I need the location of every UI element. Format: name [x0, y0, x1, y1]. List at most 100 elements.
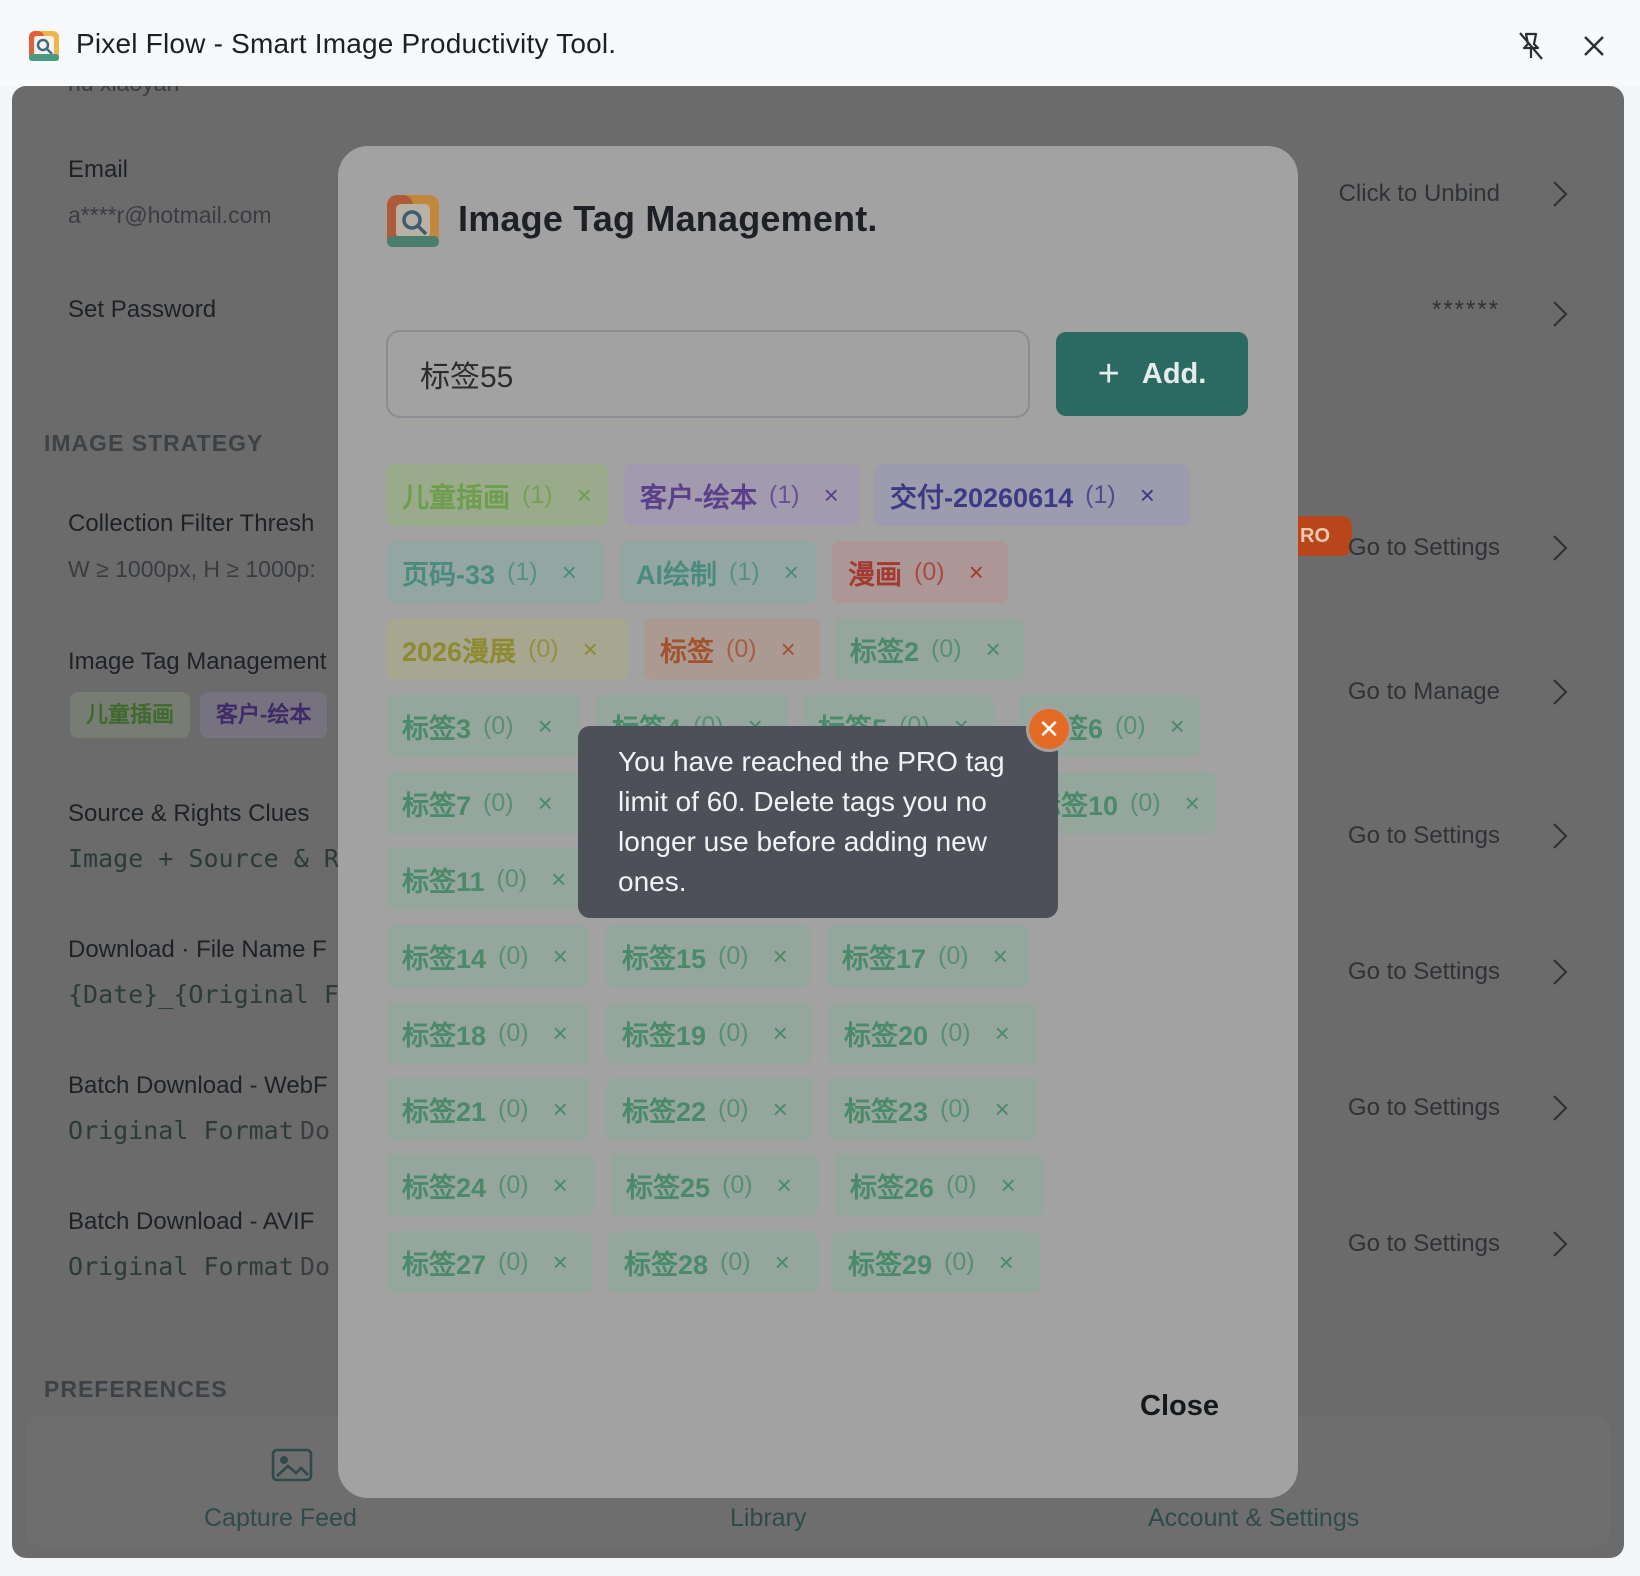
remove-tag-icon[interactable]: ×	[551, 864, 566, 895]
preferences-header: PREFERENCES	[44, 1376, 228, 1402]
unbind-link[interactable]: Click to Unbind	[1339, 180, 1500, 208]
tag-name: 标签22	[622, 1096, 707, 1127]
image-strategy-header: IMAGE STRATEGY	[44, 430, 264, 456]
tag-count: (0)	[938, 941, 969, 970]
tag-name: 标签29	[848, 1249, 933, 1280]
tag-chip: 标签19 (0) ×	[606, 1002, 812, 1064]
tag-chip: 标签28 (0) ×	[608, 1231, 818, 1293]
tag-name: 标签3	[402, 713, 472, 744]
chevron-right-icon[interactable]	[1550, 820, 1570, 852]
remove-tag-icon[interactable]: ×	[773, 941, 788, 972]
tab-library[interactable]: Library	[730, 1504, 806, 1533]
tag-chip: 标签2 (0) ×	[834, 618, 1024, 680]
remove-tag-icon[interactable]: ×	[553, 1018, 568, 1049]
app-title: Pixel Flow - Smart Image Productivity To…	[76, 28, 617, 59]
tag-count: (1)	[507, 557, 538, 586]
download-settings-link[interactable]: Go to Settings	[1348, 958, 1500, 986]
remove-tag-icon[interactable]: ×	[999, 1247, 1014, 1278]
chevron-right-icon[interactable]	[1550, 532, 1570, 564]
tag-chip: 页码-33 (1) ×	[386, 541, 604, 603]
remove-tag-icon[interactable]: ×	[553, 1247, 568, 1278]
chevron-right-icon[interactable]	[1550, 1228, 1570, 1260]
batch-webp-settings-link[interactable]: Go to Settings	[1348, 1094, 1500, 1122]
tag-count: (0)	[726, 634, 757, 663]
remove-tag-icon[interactable]: ×	[553, 941, 568, 972]
tag-chip: 标签21 (0) ×	[386, 1078, 590, 1140]
tag-count: (0)	[498, 1170, 529, 1199]
tag-name: 标签14	[402, 943, 487, 974]
remove-tag-icon[interactable]: ×	[1001, 1170, 1016, 1201]
tag-chip: 标签17 (0) ×	[826, 925, 1030, 987]
remove-tag-icon[interactable]: ×	[993, 941, 1008, 972]
chevron-right-icon[interactable]	[1550, 178, 1570, 210]
tag-count: (0)	[914, 557, 945, 586]
tooltip-close-icon[interactable]: ✕	[1026, 706, 1072, 752]
tag-count: (0)	[946, 1170, 977, 1199]
tag-name: 标签15	[622, 943, 707, 974]
remove-tag-icon[interactable]: ×	[969, 557, 984, 588]
tag-name: 标签	[660, 636, 714, 667]
tag-chip: 2026漫展 (0) ×	[386, 618, 628, 680]
tag-count: (1)	[1085, 480, 1116, 509]
batch-avif-settings-link[interactable]: Go to Settings	[1348, 1230, 1500, 1258]
tag-count: (0)	[498, 941, 529, 970]
remove-tag-icon[interactable]: ×	[773, 1094, 788, 1125]
remove-tag-icon[interactable]: ×	[995, 1094, 1010, 1125]
tag-limit-tooltip: You have reached the PRO tag limit of 60…	[578, 726, 1058, 918]
image-icon[interactable]	[270, 1444, 314, 1484]
chevron-right-icon[interactable]	[1550, 298, 1570, 330]
remove-tag-icon[interactable]: ×	[577, 480, 592, 511]
tab-account-settings[interactable]: Account & Settings	[1148, 1504, 1359, 1533]
remove-tag-icon[interactable]: ×	[553, 1170, 568, 1201]
remove-tag-icon[interactable]: ×	[986, 634, 1001, 665]
pin-off-icon[interactable]	[1516, 30, 1546, 62]
tag-name: 标签11	[402, 866, 485, 897]
remove-tag-icon[interactable]: ×	[553, 1094, 568, 1125]
tag-chip: 标签3 (0) ×	[386, 695, 580, 757]
tag-count: (0)	[718, 1094, 749, 1123]
remove-tag-icon[interactable]: ×	[583, 634, 598, 665]
tag-count: (0)	[498, 1247, 529, 1276]
remove-tag-icon[interactable]: ×	[1140, 480, 1155, 511]
close-button[interactable]: Close	[1140, 1390, 1219, 1423]
remove-tag-icon[interactable]: ×	[824, 480, 839, 511]
collection-filter-settings-link[interactable]: Go to Settings	[1348, 534, 1500, 562]
remove-tag-icon[interactable]: ×	[1170, 711, 1185, 742]
remove-tag-icon[interactable]: ×	[562, 557, 577, 588]
email-value: a****r@hotmail.com	[68, 202, 272, 228]
tag-manage-link[interactable]: Go to Manage	[1348, 678, 1500, 706]
source-rights-settings-link[interactable]: Go to Settings	[1348, 822, 1500, 850]
tag-chip: AI绘制 (1) ×	[620, 541, 816, 603]
batch-webp-value-suffix: Do	[300, 1116, 331, 1145]
collection-filter-value: W ≥ 1000px, H ≥ 1000p:	[68, 556, 316, 582]
remove-tag-icon[interactable]: ×	[777, 1170, 792, 1201]
remove-tag-icon[interactable]: ×	[995, 1018, 1010, 1049]
tag-chip: 客户-绘本 (1) ×	[624, 464, 860, 526]
remove-tag-icon[interactable]: ×	[538, 711, 553, 742]
close-icon[interactable]	[1580, 32, 1608, 60]
chevron-right-icon[interactable]	[1550, 956, 1570, 988]
remove-tag-icon[interactable]: ×	[784, 557, 799, 588]
remove-tag-icon[interactable]: ×	[775, 1247, 790, 1278]
tag-chip: 标签25 (0) ×	[610, 1154, 818, 1216]
tag-name: 标签25	[626, 1172, 711, 1203]
tag-name-input[interactable]	[386, 330, 1030, 418]
remove-tag-icon[interactable]: ×	[773, 1018, 788, 1049]
add-button-label: Add.	[1141, 357, 1207, 390]
tag-chip: 标签11 (0) ×	[386, 848, 588, 910]
tag-name: 2026漫展	[402, 636, 517, 667]
remove-tag-icon[interactable]: ×	[538, 788, 553, 819]
chevron-right-icon[interactable]	[1550, 1092, 1570, 1124]
tag-count: (0)	[483, 711, 514, 740]
tab-capture-feed[interactable]: Capture Feed	[204, 1504, 357, 1533]
tag-count: (0)	[498, 1094, 529, 1123]
add-tag-button[interactable]: + Add.	[1056, 332, 1248, 416]
chevron-right-icon[interactable]	[1550, 676, 1570, 708]
tag-name: 标签7	[402, 790, 472, 821]
batch-webp-label: Batch Download - WebF	[68, 1072, 328, 1099]
tag-count: (0)	[528, 634, 559, 663]
remove-tag-icon[interactable]: ×	[781, 634, 796, 665]
tag-count: (0)	[718, 1018, 749, 1047]
remove-tag-icon[interactable]: ×	[1185, 788, 1200, 819]
password-value[interactable]: ******	[1432, 296, 1500, 324]
